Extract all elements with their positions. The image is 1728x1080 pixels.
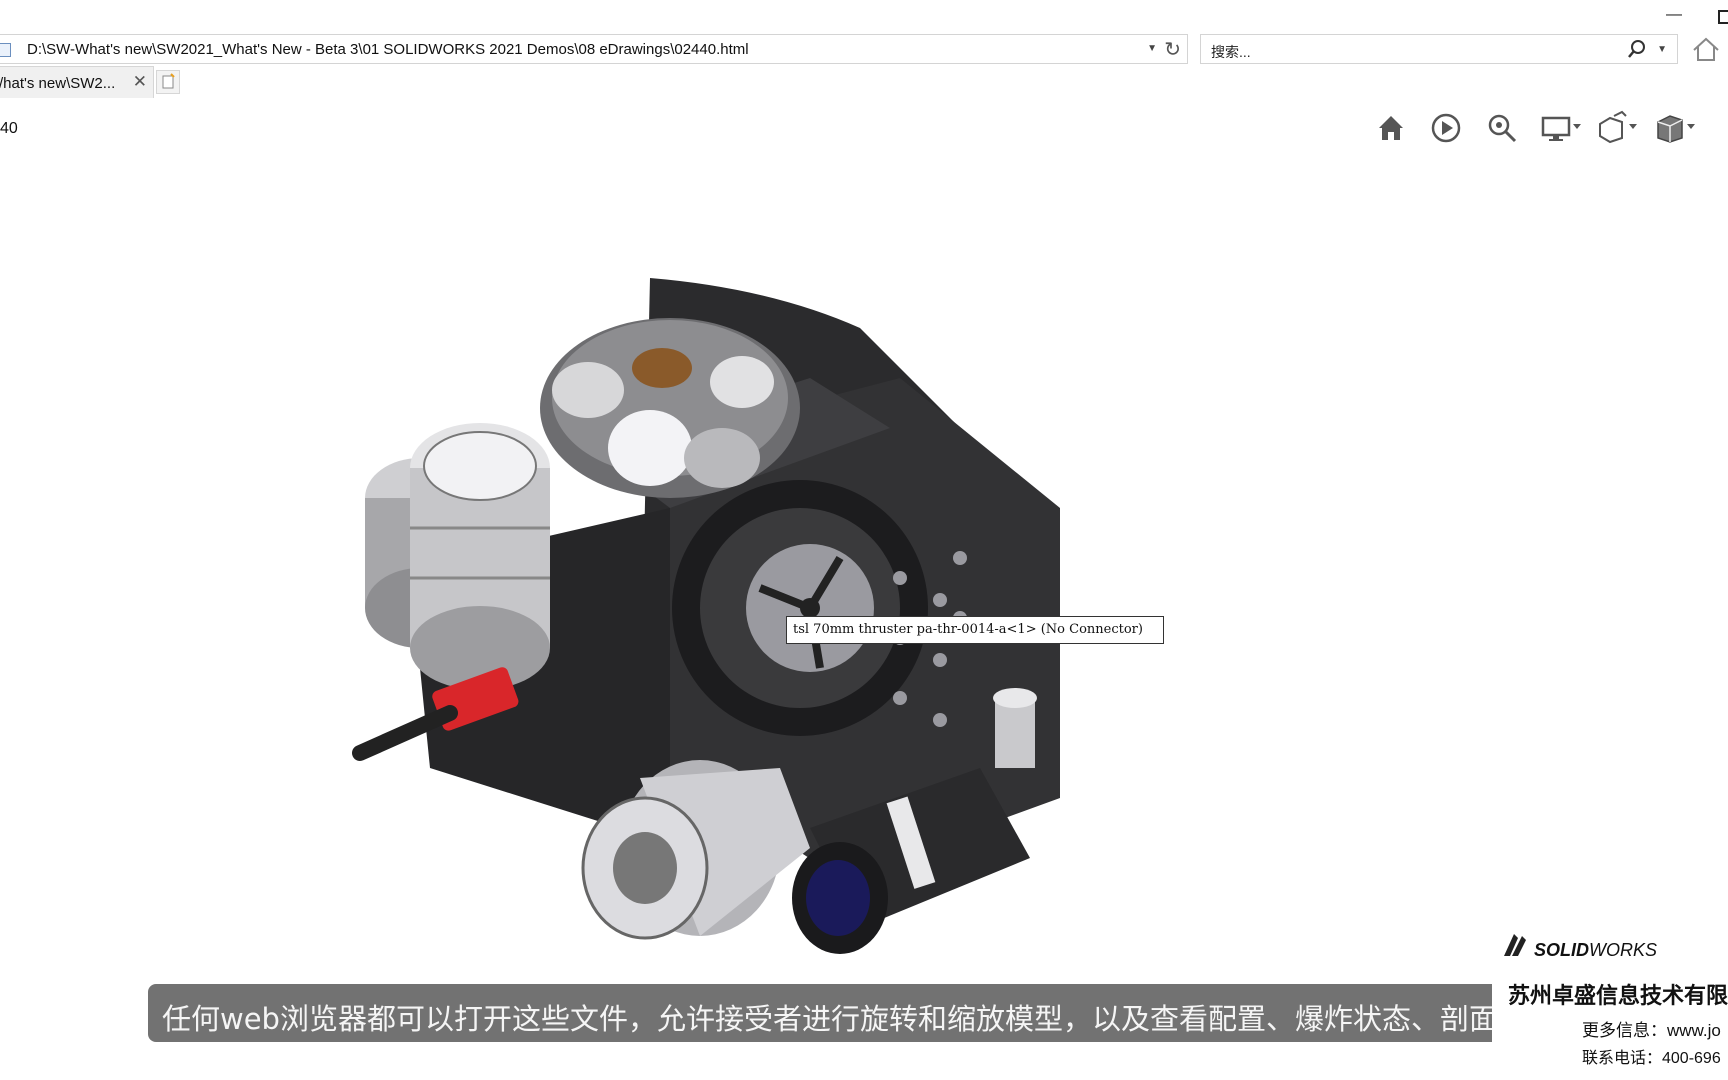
close-icon[interactable]: ✕: [133, 72, 147, 92]
phone-info: 联系电话：400-696: [1582, 1050, 1721, 1067]
company-name: 苏州卓盛信息技术有限公司: [1508, 983, 1728, 1008]
website-info: 更多信息：www.jo: [1582, 1021, 1721, 1040]
new-tab-button[interactable]: [156, 70, 180, 94]
tab-title: /hat's new\SW2...: [0, 75, 116, 92]
new-tab-icon: [162, 73, 175, 89]
window-controls: —: [1648, 0, 1728, 34]
play-icon[interactable]: [1430, 110, 1462, 146]
edrawings-toolbar: [1372, 110, 1728, 146]
component-tooltip: tsl 70mm thruster pa-thr-0014-a<1> (No C…: [786, 616, 1164, 644]
svg-text:SOLIDWORKS: SOLIDWORKS: [1534, 940, 1657, 960]
caption-text: 任何web浏览器都可以打开这些文件，允许接受者进行旋转和缩放模型，以及查看配置、…: [162, 1002, 1492, 1036]
search-icon[interactable]: [1627, 39, 1647, 59]
home-icon[interactable]: [1376, 110, 1406, 146]
tab-strip: /hat's new\SW2... ✕: [0, 66, 1728, 98]
branding-panel: SOLIDWORKS 苏州卓盛信息技术有限公司 更多信息：www.jo 联系电话…: [1492, 918, 1728, 1080]
search-box[interactable]: 搜索... ▼: [1200, 34, 1678, 64]
browser-home-icon[interactable]: [1686, 34, 1726, 64]
view-cube-icon[interactable]: [1654, 110, 1698, 146]
zoom-icon[interactable]: [1486, 110, 1518, 146]
browser-tab[interactable]: /hat's new\SW2... ✕: [0, 66, 154, 98]
video-caption: 任何web浏览器都可以打开这些文件，允许接受者进行旋转和缩放模型，以及查看配置、…: [148, 984, 1492, 1042]
chevron-down-icon[interactable]: ▼: [1147, 43, 1157, 54]
page-icon: [0, 43, 11, 57]
page-number: 40: [0, 120, 18, 137]
solidworks-logo: SOLIDWORKS: [1504, 934, 1657, 960]
address-url[interactable]: D:\SW-What's new\SW2021_What's New - Bet…: [27, 41, 749, 58]
address-bar[interactable]: D:\SW-What's new\SW2021_What's New - Bet…: [0, 34, 1188, 64]
search-input[interactable]: 搜索...: [1211, 42, 1251, 62]
refresh-icon[interactable]: ↻: [1164, 37, 1181, 62]
maximize-button[interactable]: [1718, 10, 1728, 24]
chevron-down-icon[interactable]: ▼: [1657, 44, 1667, 55]
explode-icon[interactable]: [1596, 110, 1640, 146]
minimize-button[interactable]: —: [1666, 6, 1682, 24]
display-icon[interactable]: [1540, 110, 1584, 146]
viewer-area[interactable]: 40 tsl 70mm thruster pa-thr-0014-a<1> (N…: [0, 98, 1728, 1080]
3d-model-viewport[interactable]: [340, 208, 1180, 968]
